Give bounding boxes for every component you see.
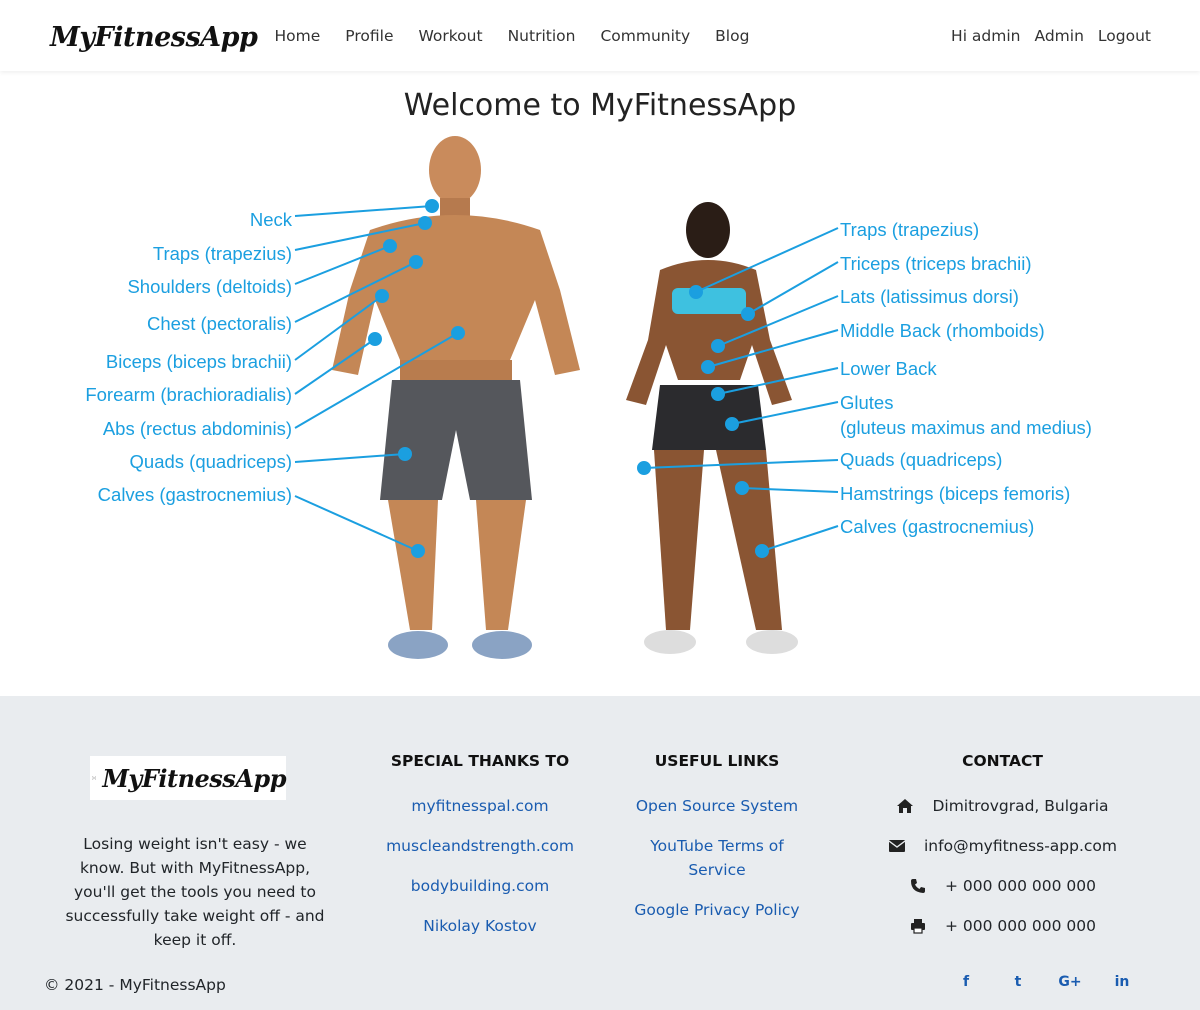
address-text: Dimitrovgrad, Bulgaria — [932, 797, 1109, 815]
envelope-icon — [888, 837, 906, 855]
anatomy-illustration: Neck Traps (trapezius) Shoulders (deltoi… — [85, 136, 1092, 659]
email-text: info@myfitness-app.com — [924, 837, 1117, 855]
label-forearm: Forearm (brachioradialis) — [85, 384, 292, 405]
printer-icon — [909, 917, 927, 935]
male-labels: Neck Traps (trapezius) Shoulders (deltoi… — [85, 209, 292, 505]
brand-logo[interactable]: MyFitnessApp — [44, 14, 258, 60]
copyright: © 2021 - MyFitnessApp — [44, 976, 226, 994]
footer: MyFitnessApp Losing weight isn't easy - … — [0, 696, 1200, 1010]
label-biceps: Biceps (biceps brachii) — [106, 351, 292, 372]
label-neck: Neck — [250, 209, 293, 230]
nav-home[interactable]: Home — [262, 27, 333, 45]
thanks-link-nikolay[interactable]: Nikolay Kostov — [370, 914, 590, 938]
contact-fax: + 000 000 000 000 — [880, 914, 1125, 938]
fax-text: + 000 000 000 000 — [944, 917, 1097, 935]
linkedin-icon[interactable]: in — [1096, 974, 1148, 990]
twitter-icon[interactable]: t — [992, 974, 1044, 990]
label-glutes: Glutes — [840, 392, 893, 413]
nav-greeting[interactable]: Hi admin — [944, 27, 1027, 45]
google-plus-icon[interactable]: G+ — [1044, 974, 1096, 990]
main-nav: Home Profile Workout Nutrition Community… — [262, 0, 762, 71]
thanks-link-myfitnesspal[interactable]: myfitnesspal.com — [370, 794, 590, 818]
link-open-source[interactable]: Open Source System — [627, 794, 807, 818]
nav-community[interactable]: Community — [588, 27, 703, 45]
dumbbell-icon — [92, 776, 97, 780]
thanks-heading: SPECIAL THANKS TO — [390, 752, 570, 770]
phone-text: + 000 000 000 000 — [944, 877, 1097, 895]
male-figure — [332, 136, 580, 659]
nav-workout[interactable]: Workout — [406, 27, 495, 45]
label-glutes-detail: (gluteus maximus and medius) — [840, 417, 1092, 438]
label-calves-male: Calves (gastrocnemius) — [98, 484, 292, 505]
contact-phone: + 000 000 000 000 — [880, 874, 1125, 898]
label-triceps: Triceps (triceps brachii) — [840, 253, 1032, 274]
label-lower-back: Lower Back — [840, 358, 937, 379]
nav-nutrition[interactable]: Nutrition — [495, 27, 588, 45]
user-nav: Hi admin Admin Logout — [944, 0, 1158, 71]
useful-links-heading: USEFUL LINKS — [654, 752, 780, 770]
footer-thanks-column: SPECIAL THANKS TO myfitnesspal.com muscl… — [370, 752, 590, 954]
navbar: MyFitnessApp Home Profile Workout Nutrit… — [0, 0, 1200, 71]
label-traps-female: Traps (trapezius) — [840, 219, 979, 240]
footer-brand-name: MyFitnessApp — [102, 763, 286, 793]
footer-brand-logo[interactable]: MyFitnessApp — [90, 756, 286, 800]
thanks-link-muscleandstrength[interactable]: muscleandstrength.com — [370, 834, 590, 858]
label-shoulders: Shoulders (deltoids) — [127, 276, 292, 297]
label-quads-female: Quads (quadriceps) — [840, 449, 1002, 470]
label-abs: Abs (rectus abdominis) — [103, 418, 292, 439]
nav-admin[interactable]: Admin — [1028, 27, 1091, 45]
contact-address: Dimitrovgrad, Bulgaria — [880, 794, 1125, 818]
nav-blog[interactable]: Blog — [703, 27, 762, 45]
label-calves-female: Calves (gastrocnemius) — [840, 516, 1034, 537]
label-chest: Chest (pectoralis) — [147, 313, 292, 334]
label-hamstrings: Hamstrings (biceps femoris) — [840, 483, 1070, 504]
thanks-link-bodybuilding[interactable]: bodybuilding.com — [370, 874, 590, 898]
label-middle-back: Middle Back (rhomboids) — [840, 320, 1045, 341]
home-icon — [896, 797, 914, 815]
link-youtube-terms[interactable]: YouTube Terms of Service — [627, 834, 807, 882]
muscle-anatomy-image: Neck Traps (trapezius) Shoulders (deltoi… — [40, 130, 1160, 680]
label-quads-male: Quads (quadriceps) — [130, 451, 292, 472]
brand-name: MyFitnessApp — [50, 21, 258, 53]
facebook-icon[interactable]: f — [940, 974, 992, 990]
contact-heading: CONTACT — [962, 752, 1043, 770]
social-links: f t G+ in — [940, 974, 1148, 990]
footer-links-column: USEFUL LINKS Open Source System YouTube … — [627, 752, 807, 938]
footer-about-text: Losing weight isn't easy - we know. But … — [65, 835, 325, 949]
link-google-privacy[interactable]: Google Privacy Policy — [627, 898, 807, 922]
female-figure — [626, 202, 798, 654]
nav-profile[interactable]: Profile — [333, 27, 406, 45]
label-lats: Lats (latissimus dorsi) — [840, 286, 1019, 307]
page-title: Welcome to MyFitnessApp — [403, 88, 797, 123]
contact-email: info@myfitness-app.com — [880, 834, 1125, 858]
female-labels: Traps (trapezius) Triceps (triceps brach… — [840, 219, 1092, 537]
footer-contact-column: CONTACT Dimitrovgrad, Bulgaria info@myfi… — [880, 752, 1125, 954]
label-traps: Traps (trapezius) — [153, 243, 292, 264]
nav-logout[interactable]: Logout — [1091, 27, 1158, 45]
phone-icon — [909, 877, 927, 895]
